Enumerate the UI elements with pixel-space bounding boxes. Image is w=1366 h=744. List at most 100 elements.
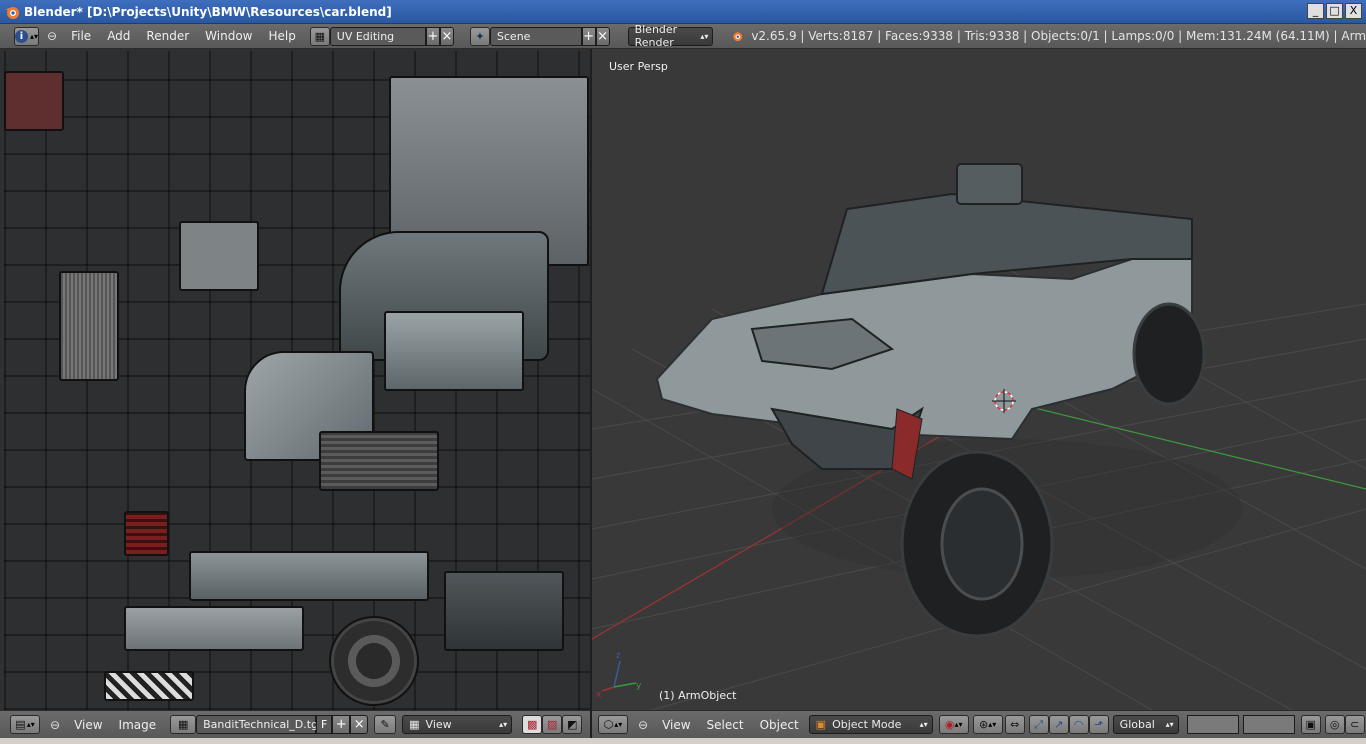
menu-image[interactable]: Image [111,718,165,732]
texture-atlas-image [4,51,590,710]
chevron-updown-icon: ▴▾ [954,720,963,729]
viewport-scene: z y x [592,163,1366,710]
layer-buttons[interactable] [1186,715,1295,734]
screen-layout-field[interactable]: UV Editing [329,26,427,46]
delete-screen-button[interactable]: × [439,26,454,46]
layout-grid-icon: ▦ [314,29,326,43]
cube-icon: ▣ [815,718,827,731]
pivot-icon: ⊛ [979,718,989,731]
pin-image-button[interactable]: ✎ [374,715,397,734]
screen-layout-name: UV Editing [336,29,395,43]
scale-tool-button[interactable]: ⬏ [1088,715,1109,734]
svg-text:y: y [636,681,642,691]
close-button[interactable]: X [1345,3,1362,19]
collapse-menu-icon[interactable]: ⊖ [50,718,60,732]
lock-camera-layers-button[interactable]: ▣ [1300,715,1321,734]
menu-file[interactable]: File [63,29,99,43]
gradient-icon: ◩ [566,718,578,731]
unlink-image-button[interactable]: × [350,715,369,734]
editor-type-info-button[interactable]: i ▴▾ [14,26,40,46]
translate-manipulator-button[interactable]: ⤢ [1028,715,1049,734]
chevron-updown-icon: ▴▾ [1165,720,1174,729]
maximize-button[interactable]: □ [1326,3,1343,19]
chevron-updown-icon: ▴▾ [499,720,508,729]
menu-add[interactable]: Add [99,29,138,43]
alpha-channel-button[interactable]: ▨ [542,715,563,734]
delete-scene-button[interactable]: × [595,26,610,46]
layer-grid-right[interactable] [1242,715,1295,734]
add-scene-button[interactable]: + [581,26,596,46]
3d-viewport[interactable]: z y x User Persp (1) ArmObject [592,49,1366,710]
texture-panel-piece [189,551,429,601]
scene-selector[interactable]: ✦ [469,26,490,46]
pivot-point-button[interactable]: ⊛ ▴▾ [972,715,1003,734]
display-channels-button[interactable]: ▩ [522,715,543,734]
info-header: i ▴▾ ⊖ File Add Render Window Help ▦ UV … [0,23,1366,49]
blender-logo-icon [5,6,19,19]
interaction-mode-value: Object Mode [832,718,902,731]
texture-panel-piece [124,606,304,651]
scene-field[interactable]: Scene [489,26,582,46]
snap-button[interactable]: ⊂ [1344,715,1365,734]
3d-view-header: ⬡ ▴▾ ⊖ View Select Object ▣ Object Mode … [592,710,1366,738]
rotate-manipulator-button[interactable]: ↗ [1048,715,1069,734]
menu-view[interactable]: View [654,718,698,732]
editor-type-uv-button[interactable]: ▤ ▴▾ [10,715,40,734]
plus-icon: + [335,717,347,732]
x-icon: × [441,28,453,44]
image-name-field[interactable]: BanditTechnical_D.tga [196,715,325,734]
x-icon: × [597,28,609,44]
screen-layout-selector[interactable]: ▦ [309,26,330,46]
plus-icon: + [427,28,439,44]
transform-orientation-select[interactable]: Global ▴▾ [1112,715,1179,734]
view-mode-select[interactable]: ▦ View ▴▾ [402,715,513,734]
scene-name: Scene [496,29,531,43]
viewport-shading-button[interactable]: ◉ ▴▾ [938,715,969,734]
new-image-button[interactable]: + [332,715,351,734]
menu-window[interactable]: Window [197,29,260,43]
window-bottom-edge [0,738,1366,744]
texture-wheel-piece [329,616,419,706]
image-browse-button[interactable]: ▦ [170,715,197,734]
move-arrows-icon: ⤢ [1034,717,1044,731]
menu-select[interactable]: Select [699,718,752,732]
svg-text:z: z [616,651,621,661]
collapse-menu-icon[interactable]: ⊖ [47,29,57,43]
scale-manipulator-button[interactable]: ◠ [1068,715,1089,734]
layer-grid-left[interactable] [1186,715,1239,734]
pin-icon: ✎ [380,718,390,731]
axis-orientation-gizmo: z y x [596,651,642,700]
texture-hazard-stripe [104,671,194,701]
menu-object[interactable]: Object [752,718,807,732]
fake-user-toggle[interactable]: F [316,715,333,734]
3d-view-icon: ⬡ [603,718,614,731]
scene-icon: ✦ [475,29,485,43]
render-engine-select[interactable]: Blender Render ▴▾ [627,23,714,49]
checker-icon: ▩ [526,718,538,731]
manipulator-toggle[interactable]: ⇔ [1004,715,1025,734]
interaction-mode-select[interactable]: ▣ Object Mode ▴▾ [808,715,933,734]
texture-panel-piece [179,221,259,291]
transform-orientation-value: Global [1119,718,1155,731]
collapse-menu-icon[interactable]: ⊖ [638,718,648,732]
uv-editor-header: ▤ ▴▾ ⊖ View Image ▦ BanditTechnical_D.tg… [0,710,590,738]
texture-panel-piece [444,571,564,651]
shading-icon: ◉ [944,718,955,731]
menu-render[interactable]: Render [138,29,197,43]
add-screen-button[interactable]: + [426,26,440,46]
transform-icon: ⇔ [1010,718,1020,731]
chevron-updown-icon: ▴▾ [919,720,928,729]
image-icon: ▦ [177,718,189,731]
view-mode-label: User Persp [609,60,668,73]
z-buffer-button[interactable]: ◩ [562,715,583,734]
chevron-updown-icon: ▴▾ [614,720,623,729]
minimize-button[interactable]: _ [1307,3,1324,19]
texture-panel-piece [124,511,169,556]
proportional-edit-button[interactable]: ◎ [1324,715,1345,734]
menu-view[interactable]: View [66,718,110,732]
uv-image-editor[interactable] [0,49,590,710]
menu-help[interactable]: Help [260,29,303,43]
editor-type-3d-button[interactable]: ⬡ ▴▾ [598,715,628,734]
texture-panel-piece [4,71,64,131]
plus-icon: + [583,28,595,44]
